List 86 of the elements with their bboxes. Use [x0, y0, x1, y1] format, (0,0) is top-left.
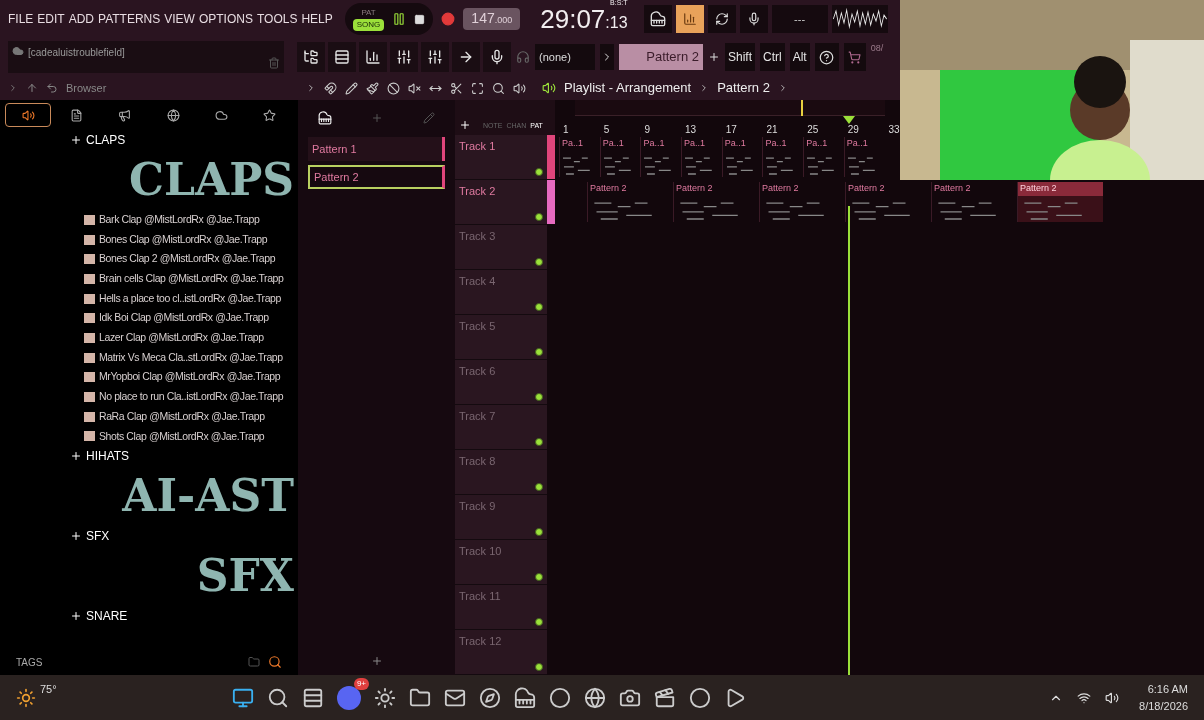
sample-item[interactable]: Bones Clap 2 @MistLordRx @Jae.Trapp — [99, 251, 276, 268]
pattern-clip[interactable]: Pa..1 — [640, 137, 682, 177]
sample-item[interactable]: RaRa Clap @MistLordRx @Jae.Trapp — [99, 408, 265, 425]
folder-banner-title: SFX — [196, 549, 295, 604]
modifier-key[interactable]: Ctrl — [760, 43, 785, 71]
sample-item[interactable]: MrYopboi Clap @MistLordRx @Jae.Trapp — [99, 369, 281, 386]
pattern-item[interactable]: Pattern 2 — [308, 165, 445, 189]
breadcrumb-item[interactable]: Pattern 2 — [717, 78, 770, 98]
song-mode-toggle[interactable]: SONG — [352, 19, 385, 31]
ruler-number: 29 — [847, 124, 859, 135]
pattern-clip[interactable]: Pa..1 — [843, 137, 885, 177]
modifier-key[interactable]: Alt — [789, 43, 810, 71]
pattern-clip[interactable]: Pa..1 — [803, 137, 844, 177]
sample-item[interactable]: Shots Clap @MistLordRx @Jae.Trapp — [99, 428, 265, 445]
folder-name[interactable]: SNARE — [86, 607, 128, 626]
pattern-clip[interactable]: Pattern 2 — [673, 182, 759, 222]
ruler-number: 17 — [725, 124, 737, 135]
track-name: Track 5 — [459, 319, 497, 334]
folder-name[interactable]: HIHATS — [86, 447, 130, 466]
track-name: Track 12 — [459, 634, 503, 649]
pattern-clip[interactable]: Pa..1 — [559, 137, 600, 177]
ruler-number: 21 — [766, 124, 778, 135]
sample-item[interactable]: Brain cells Clap @MistLordRx @Jae.Trapp — [99, 271, 284, 287]
ruler-number: 1 — [563, 124, 569, 135]
track-name: Track 3 — [459, 229, 497, 244]
track-header[interactable]: Track 1 — [455, 135, 547, 180]
menu-item[interactable]: PATTERNS — [98, 10, 161, 28]
sample-item[interactable]: Hells a place too cl..istLordRx @Jae.Trapp — [99, 290, 281, 307]
sample-item[interactable]: Idk Boi Clap @MistLordRx @Jae.Trapp — [99, 310, 269, 327]
ruler-number: 9 — [644, 124, 650, 135]
menu-item[interactable]: VIEW — [164, 10, 195, 28]
sample-item[interactable]: Bark Clap @MistLordRx @Jae.Trapp — [99, 211, 260, 228]
pattern-clip[interactable]: Pa..1 — [721, 137, 763, 177]
tags-label[interactable]: TAGS — [16, 654, 240, 670]
track-name: Track 8 — [459, 454, 497, 469]
ruler-number: 33 — [888, 124, 900, 135]
folder-banner-title: AI-AST — [122, 469, 295, 524]
browser-title: Browser — [66, 80, 107, 96]
breadcrumb-item[interactable]: Playlist - Arrangement — [564, 78, 692, 98]
menu-item[interactable]: EDIT — [37, 10, 65, 28]
hint-text: [cadealuistroublefield] — [28, 46, 126, 60]
pattern-clip[interactable]: Pattern 2 — [1017, 182, 1103, 222]
notification-badge: 9+ — [353, 677, 369, 690]
hint-display: --- — [771, 5, 828, 33]
song-time-ticks: :13 — [605, 12, 628, 33]
track-name: Track 11 — [459, 589, 502, 604]
track-name: Track 1 — [459, 139, 497, 154]
track-name: Track 7 — [459, 409, 497, 424]
menu-item[interactable]: OPTIONS — [198, 10, 253, 28]
weather-temperature: 75° — [40, 682, 57, 698]
pat-mode-label[interactable]: PAT — [361, 7, 376, 19]
modifier-key[interactable]: Shift — [725, 43, 755, 71]
track-name: Track 6 — [459, 364, 497, 379]
pattern-clip[interactable]: Pattern 2 — [759, 182, 845, 222]
tempo-decimals: .000 — [494, 15, 513, 27]
pattern-item[interactable]: Pattern 1 — [308, 137, 445, 161]
folder-name[interactable]: SFX — [86, 527, 110, 546]
menu-item[interactable]: FILE — [8, 10, 34, 28]
ruler-number: 13 — [685, 124, 697, 135]
folder-name[interactable]: CLAPS — [86, 131, 126, 149]
track-name: Track 2 — [459, 184, 497, 199]
ruler-number: 5 — [603, 124, 610, 135]
track-name: Track 9 — [459, 499, 497, 514]
menu-item[interactable]: TOOLS — [256, 10, 298, 28]
track-header[interactable]: Track 2 — [455, 180, 547, 225]
sample-item[interactable]: Bones Clap @MistLordRx @Jae.Trapp — [99, 231, 268, 248]
clock-time: 6:16 AM — [1147, 682, 1188, 697]
ruler-number: 25 — [807, 124, 819, 135]
menu-item[interactable]: HELP — [301, 10, 333, 28]
pattern-clip[interactable]: Pattern 2 — [587, 182, 673, 222]
news-text: 08/ — [870, 42, 884, 55]
snap-selector[interactable]: (none) — [535, 44, 595, 70]
track-name: Track 4 — [459, 274, 497, 289]
pattern-selector[interactable]: Pattern 2 — [619, 44, 703, 70]
folder-banner-title: CLAPS — [129, 153, 295, 207]
sample-item[interactable]: Lazer Clap @MistLordRx @Jae.Trapp — [99, 330, 264, 346]
tempo-display[interactable]: 147.000 — [463, 8, 521, 30]
menu-item[interactable]: ADD — [68, 10, 95, 28]
track-name: Track 10 — [459, 544, 503, 559]
clock-date: 8/18/2026 — [1139, 698, 1188, 714]
song-time: 29:07 — [540, 2, 606, 36]
pattern-clip[interactable]: Pa..1 — [762, 137, 804, 177]
sample-item[interactable]: No place to run Cla..istLordRx @Jae.Trapp — [99, 389, 284, 405]
sample-item[interactable]: Matrix Vs Meca Cla..stLordRx @Jae.Trapp — [99, 349, 283, 366]
pattern-clip[interactable]: Pa..1 — [599, 137, 641, 177]
pattern-clip[interactable]: Pa..1 — [681, 137, 722, 177]
